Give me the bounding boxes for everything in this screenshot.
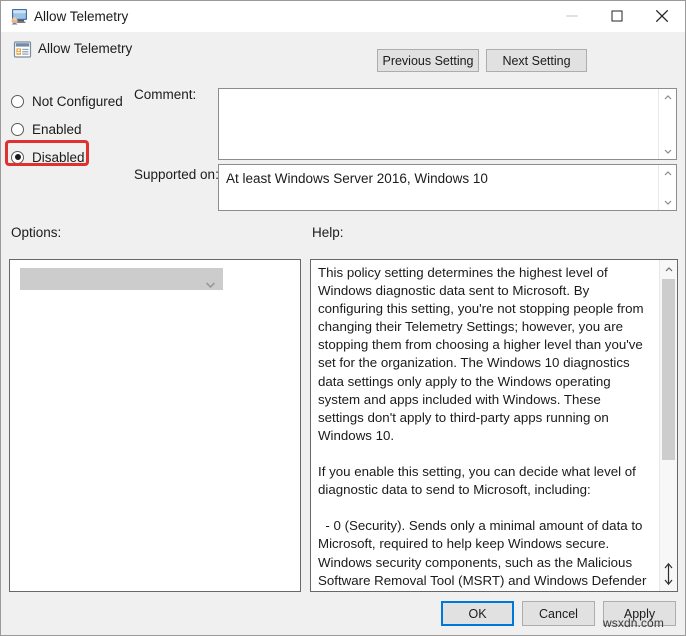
ok-button[interactable]: OK: [441, 601, 514, 626]
scroll-down-icon[interactable]: [659, 193, 676, 210]
close-icon: [655, 9, 668, 23]
setting-title: Allow Telemetry: [38, 41, 133, 56]
supported-on-value: At least Windows Server 2016, Windows 10: [226, 171, 488, 186]
next-setting-button[interactable]: Next Setting: [486, 49, 587, 72]
resize-vertical-icon[interactable]: [660, 561, 677, 587]
supported-on-label: Supported on:: [134, 167, 219, 182]
radio-indicator: [11, 94, 24, 108]
policy-monitor-icon: [10, 8, 28, 25]
setting-header: Allow Telemetry Previous Setting Next Se…: [1, 32, 685, 76]
help-label: Help:: [312, 225, 344, 240]
watermark: wsxdn.com: [603, 616, 664, 630]
help-scroll-thumb[interactable]: [662, 279, 675, 460]
close-button[interactable]: [639, 1, 684, 31]
cancel-button[interactable]: Cancel: [522, 601, 595, 626]
radio-label: Enabled: [32, 121, 82, 137]
radio-indicator: [11, 122, 24, 136]
options-panel: [9, 259, 301, 592]
chevron-down-icon: [205, 276, 216, 294]
radio-disabled[interactable]: Disabled: [11, 146, 85, 168]
title-bar: Allow Telemetry: [1, 1, 685, 33]
comment-scrollbar[interactable]: [658, 89, 676, 159]
radio-indicator-selected: [11, 150, 24, 164]
previous-setting-button[interactable]: Previous Setting: [377, 49, 479, 72]
help-panel: This policy setting determines the highe…: [310, 259, 678, 592]
scroll-up-icon[interactable]: [659, 165, 676, 182]
telemetry-level-dropdown[interactable]: [20, 268, 223, 290]
radio-not-configured[interactable]: Not Configured: [11, 90, 123, 112]
supported-on-scrollbar[interactable]: [658, 165, 676, 210]
policy-setting-icon: [13, 40, 32, 59]
help-scrollbar[interactable]: [659, 260, 677, 591]
radio-label: Disabled: [32, 149, 85, 165]
minimize-button[interactable]: [549, 1, 594, 31]
maximize-button[interactable]: [594, 1, 639, 31]
radio-label: Not Configured: [32, 93, 123, 109]
group-policy-setting-dialog: Allow Telemetry Allow Telemetry Previous…: [0, 0, 686, 636]
scroll-up-icon[interactable]: [660, 261, 677, 278]
scroll-down-icon[interactable]: [659, 142, 676, 159]
scroll-up-icon[interactable]: [659, 89, 676, 106]
supported-on-textarea[interactable]: At least Windows Server 2016, Windows 10: [218, 164, 677, 211]
window-title: Allow Telemetry: [34, 9, 129, 24]
comment-label: Comment:: [134, 87, 197, 102]
comment-textarea[interactable]: [218, 88, 677, 160]
maximize-icon: [611, 10, 622, 22]
options-label: Options:: [11, 225, 62, 240]
minimize-icon: [566, 15, 577, 17]
help-text: This policy setting determines the highe…: [318, 265, 647, 591]
radio-enabled[interactable]: Enabled: [11, 118, 82, 140]
